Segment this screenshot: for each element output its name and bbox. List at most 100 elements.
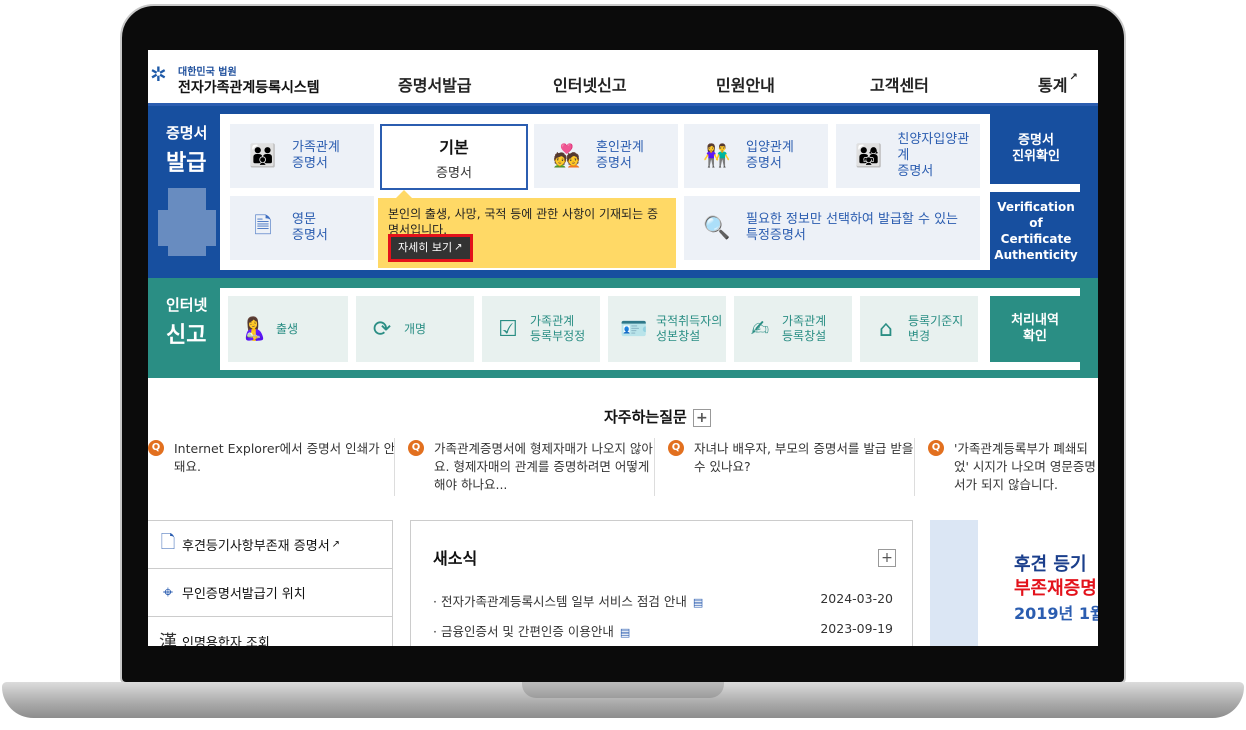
faq-more-button[interactable]: + [692, 408, 711, 427]
tile-adoption-cert[interactable]: 👫 입양관계 증명서 [684, 124, 828, 188]
news-row-title: 금융인증서 및 간편인증 이용안내 [440, 624, 614, 639]
site-header: ✲ 대한민국 법원 전자가족관계등록시스템 증명서발급 인터넷신고 민원안내 고… [148, 50, 1098, 106]
tile-basic-cert[interactable]: 기본 증명서 [380, 124, 528, 190]
news-row-date: 2023-09-19 [820, 621, 893, 636]
couple-heart-icon: 💑 [553, 143, 581, 169]
side-line: 확인 [1023, 329, 1047, 344]
document-pen-icon: ✍ [750, 316, 770, 342]
verify-en-line: Authenticity [994, 248, 1078, 262]
tile-title: 기본 [439, 137, 469, 157]
cert-label-line2: 발급 [166, 151, 207, 176]
family-icon: 👪 [249, 143, 277, 169]
document-icon: 🗋 [160, 531, 176, 553]
document-icon: ▤ [619, 626, 631, 639]
cert-verify-button[interactable]: 증명서 진위확인 [990, 114, 1082, 184]
tile-text: 증명서 [596, 156, 632, 171]
detail-view-button[interactable]: 자세히 보기 ↗ [388, 234, 473, 262]
document-search-icon: 🔍 [703, 215, 731, 241]
faq-item[interactable]: Q 자녀나 배우자, 부모의 증명서를 발급 받을 수 있나요? [668, 440, 918, 476]
tile-text: 등록부정정 [530, 329, 586, 343]
faq-title-text: 자주하는질문 [604, 408, 687, 426]
house-icon: ⌂ [879, 316, 893, 342]
tile-subtitle: 증명서 [436, 165, 472, 181]
tile-text: 증명서 [897, 164, 934, 179]
news-panel: 새소식 + · 전자가족관계등록시스템 일부 서비스 점검 안내 ▤ 2024-03… [410, 520, 913, 646]
document-icon: ▤ [692, 596, 704, 609]
tile-full-adoption-cert[interactable]: 👨‍👩‍👧 친양자입양관계 증명서 [836, 124, 980, 188]
nav-statistics-label: 통계 [1038, 76, 1068, 95]
tile-family-cert[interactable]: 👪 가족관계 증명서 [230, 124, 374, 188]
map-pin-icon: ⌖ [162, 582, 174, 603]
news-row[interactable]: · 전자가족관계등록시스템 일부 서비스 점검 안내 ▤ 2024-03-20 [433, 591, 893, 610]
cert-verify-en-button[interactable]: Verification of Certificate Authenticity [990, 192, 1082, 270]
cert-label-line1: 증명서 [166, 124, 208, 142]
site-logo[interactable]: ✲ 대한민국 법원 전자가족관계등록시스템 [150, 60, 330, 100]
faq-item[interactable]: Q Internet Explorer에서 증명서 인쇄가 안돼요. [148, 440, 398, 476]
nav-customer-center[interactable]: 고객센터 [870, 72, 929, 96]
laptop-notch [522, 682, 724, 698]
tile-rename-report[interactable]: ⟳ 개명 [356, 296, 474, 362]
report-label-line2: 신고 [166, 323, 207, 348]
tile-birth-report[interactable]: 🤱 출생 [228, 296, 348, 362]
faq-divider [394, 438, 395, 496]
tile-specific-cert[interactable]: 🔍 필요한 정보만 선택하여 발급할 수 있는 특정증명서 [684, 196, 980, 260]
tile-text: 특정증명서 [746, 228, 806, 243]
faq-text: '가족관계등록부가 폐쇄되었' 시지가 나오며 영문증명서가 되지 않습니다. [954, 441, 1096, 492]
faq-text: 자녀나 배우자, 부모의 증명서를 발급 받을 수 있나요? [694, 441, 914, 474]
processing-status-button[interactable]: 처리내역 확인 [990, 296, 1080, 362]
nav-cert-issue[interactable]: 증명서발급 [398, 72, 472, 96]
tile-english-cert[interactable]: 🗎 영문 증명서 [230, 196, 374, 260]
tile-text: 혼인관계 [596, 140, 644, 155]
person-refresh-icon: ⟳ [372, 316, 392, 342]
faq-item[interactable]: Q 가족관계증명서에 형제자매가 나오지 않아요. 형제자매의 관계를 증명하려면… [408, 440, 658, 494]
link-kiosk-location[interactable]: ⌖ 무인증명서발급기 위치 [148, 569, 392, 617]
faq-divider [914, 438, 915, 496]
id-card-icon: 🪪 [620, 316, 648, 342]
adoption-icon: 👫 [703, 143, 731, 169]
detail-button-label: 자세히 보기 [398, 241, 453, 254]
side-line: 처리내역 [1011, 313, 1059, 328]
family-arrow-icon: 👨‍👩‍👧 [854, 143, 883, 169]
promo-banner[interactable]: 후견 등기 부존재증명 2019년 1월 [930, 520, 1098, 646]
news-title: 새소식 [433, 549, 478, 568]
link-hanja-search[interactable]: 漢 인명용한자 조회 [148, 617, 392, 646]
laptop-frame: ✲ 대한민국 법원 전자가족관계등록시스템 증명서발급 인터넷신고 민원안내 고… [0, 0, 1246, 730]
basic-cert-tooltip: 본인의 출생, 사망, 국적 등에 관한 사항이 기재되는 증명서입니다. 자세… [378, 190, 676, 268]
nav-internet-report[interactable]: 인터넷신고 [553, 72, 627, 96]
tile-text: 가족관계 [782, 314, 827, 328]
quick-links: 🗋 후견등기사항부존재 증명서 ↗ ⌖ 무인증명서발급기 위치 漢 인명용한자 조회 [148, 520, 393, 646]
tile-text: 입양관계 [746, 140, 794, 155]
tile-text: 등록창설 [782, 329, 827, 343]
question-icon: Q [928, 440, 944, 456]
news-row[interactable]: · 금융인증서 및 간편인증 이용안내 ▤ 2023-09-19 [433, 621, 893, 640]
faq-text: 가족관계증명서에 형제자매가 나오지 않아요. 형제자매의 관계를 증명하려면 … [434, 441, 653, 492]
browser-screen: ✲ 대한민국 법원 전자가족관계등록시스템 증명서발급 인터넷신고 민원안내 고… [148, 50, 1098, 646]
question-icon: Q [148, 440, 164, 456]
tile-text: 증명서 [746, 156, 782, 171]
external-link-icon: ↗ [1069, 72, 1078, 83]
tile-registration-report[interactable]: ✍ 가족관계 등록창설 [734, 296, 852, 362]
link-guardianship-cert[interactable]: 🗋 후견등기사항부존재 증명서 ↗ [148, 521, 392, 569]
nav-statistics[interactable]: 통계 ↗ [1038, 72, 1078, 96]
news-more-button[interactable]: + [878, 549, 896, 567]
tile-correction-report[interactable]: ☑ 가족관계 등록부정정 [482, 296, 600, 362]
faq-text: Internet Explorer에서 증명서 인쇄가 안돼요. [174, 441, 396, 474]
mother-baby-icon: 🤱 [240, 316, 268, 342]
tile-text: 친양자입양관계 [897, 132, 970, 163]
question-icon: Q [668, 440, 684, 456]
tile-nationality-report[interactable]: 🪪 국적취득자의 성본창설 [608, 296, 726, 362]
tile-base-change-report[interactable]: ⌂ 등록기준지 변경 [860, 296, 978, 362]
document-a-icon: 🗎 [254, 214, 272, 239]
tile-text: 성본창설 [656, 329, 701, 343]
banner-line1: 후견 등기 [1014, 554, 1087, 575]
cert-section-label: 증명서 발급 [166, 122, 207, 177]
faq-item[interactable]: Q '가족관계등록부가 폐쇄되었' 시지가 나오며 영문증명서가 되지 않습니다. [928, 440, 1098, 494]
org-small: 대한민국 법원 [178, 67, 237, 78]
verify-line: 증명서 [1018, 133, 1054, 148]
verify-en-line: Certificate [1000, 232, 1072, 246]
news-row-date: 2024-03-20 [820, 591, 893, 606]
verify-en-line: Verification of [997, 200, 1075, 230]
tile-marriage-cert[interactable]: 💑 혼인관계 증명서 [534, 124, 678, 188]
nav-civil-guide[interactable]: 민원안내 [716, 72, 775, 96]
tile-text: 가족관계 [530, 314, 575, 328]
